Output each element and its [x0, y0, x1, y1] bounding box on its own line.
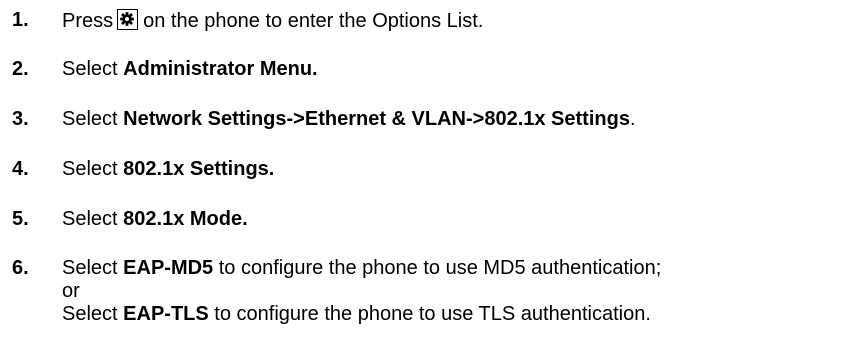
- step-number: 3.: [12, 108, 29, 130]
- step-number: 1.: [12, 9, 29, 31]
- step-text-plain: Select: [62, 257, 124, 279]
- step-text-plain: Select: [62, 58, 124, 80]
- step-text: Select Network Settings->Ethernet & VLAN…: [62, 108, 857, 131]
- step-line-2: or: [62, 280, 80, 302]
- step-text-bold: EAP-MD5: [123, 257, 214, 279]
- step-text-after: on the phone to enter the Options List.: [143, 10, 484, 32]
- step-text-bold: Network Settings->Ethernet & VLAN->802.1…: [123, 108, 630, 130]
- step-text-bold: 802.1x Settings.: [123, 158, 275, 180]
- step-text: Press on the phone to enter the Options L…: [62, 9, 857, 33]
- step-number: 4.: [12, 158, 29, 180]
- step-text-bold: 802.1x Mode.: [123, 208, 248, 230]
- step-text-tail: to configure the phone to use TLS authen…: [208, 303, 651, 325]
- step-text-before: Press: [62, 10, 114, 32]
- step-text-plain: Select: [62, 303, 124, 325]
- step-line-1: Select EAP-MD5 to configure the phone to…: [62, 257, 857, 280]
- step-text-tail: to configure the phone to use MD5 authen…: [213, 257, 662, 279]
- step-text: Select EAP-MD5 to configure the phone to…: [62, 257, 857, 326]
- gear-icon: [117, 9, 139, 30]
- step-number: 6.: [12, 257, 29, 279]
- step-text-plain: Select: [62, 108, 124, 130]
- step-text-plain: Select: [62, 208, 124, 230]
- step-text-tail: .: [629, 108, 636, 130]
- step-number: 5.: [12, 208, 29, 230]
- step-text-bold: EAP-TLS: [123, 303, 209, 325]
- step-number: 2.: [12, 58, 29, 80]
- step-text: Select 802.1x Settings.: [62, 158, 857, 181]
- step-text-bold: Administrator Menu.: [123, 58, 318, 80]
- step-text-plain: Select: [62, 158, 124, 180]
- step-text: Select Administrator Menu.: [62, 58, 857, 81]
- step-line-3: Select EAP-TLS to configure the phone to…: [62, 303, 857, 326]
- step-text: Select 802.1x Mode.: [62, 208, 857, 231]
